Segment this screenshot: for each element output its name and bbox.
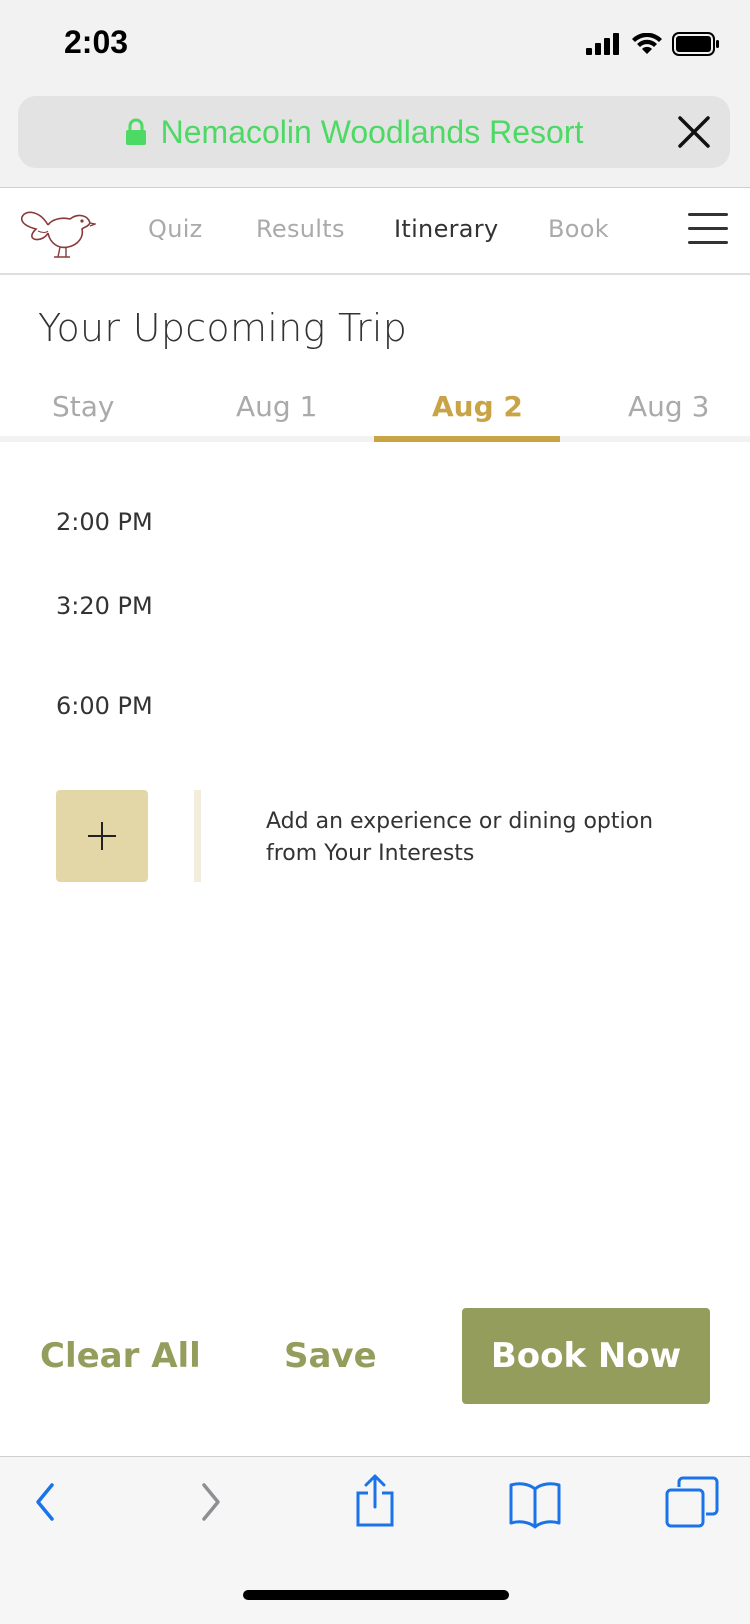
menu-line xyxy=(688,241,728,244)
tab-stay[interactable]: Stay xyxy=(52,390,114,423)
add-experience-button[interactable] xyxy=(56,790,148,882)
menu-line xyxy=(688,213,728,216)
lock-icon xyxy=(125,118,146,145)
tab-aug-3[interactable]: Aug 3 xyxy=(628,390,709,423)
save-button[interactable]: Save xyxy=(284,1336,377,1376)
menu-line xyxy=(688,227,728,230)
page-title: Your Upcoming Trip xyxy=(38,306,408,350)
status-time: 2:03 xyxy=(64,24,129,60)
time-slot: 3:20 PM xyxy=(56,592,153,620)
nav-quiz[interactable]: Quiz xyxy=(148,215,203,243)
signal-icon xyxy=(586,33,619,55)
bird-logo-icon[interactable] xyxy=(18,203,96,261)
status-icons xyxy=(586,32,720,56)
day-tabs: Stay Aug 1 Aug 2 Aug 3 xyxy=(0,378,750,442)
tab-aug-2[interactable]: Aug 2 xyxy=(432,390,523,423)
home-indicator[interactable] xyxy=(243,1590,509,1600)
site-header: Quiz Results Itinerary Book xyxy=(0,189,750,275)
active-tab-underline xyxy=(374,436,560,442)
clear-all-button[interactable]: Clear All xyxy=(40,1336,201,1376)
browser-url-area: Nemacolin Woodlands Resort xyxy=(0,88,750,188)
hamburger-menu-icon[interactable] xyxy=(688,213,728,247)
nav-book[interactable]: Book xyxy=(548,215,609,243)
url-title-row: Nemacolin Woodlands Resort xyxy=(18,96,730,168)
plus-icon xyxy=(88,822,116,850)
url-bar[interactable]: Nemacolin Woodlands Resort xyxy=(18,96,730,168)
close-icon[interactable] xyxy=(676,114,712,150)
bookmarks-icon[interactable] xyxy=(508,1479,562,1529)
nav-results[interactable]: Results xyxy=(256,215,345,243)
divider xyxy=(194,790,201,882)
add-experience-text: Add an experience or dining option from … xyxy=(266,809,654,866)
tabs-icon[interactable] xyxy=(664,1475,720,1529)
status-bar: 2:03 xyxy=(0,0,750,88)
time-slot: 6:00 PM xyxy=(56,692,153,720)
site-title: Nemacolin Woodlands Resort xyxy=(160,113,584,150)
forward-icon[interactable] xyxy=(196,1479,226,1525)
battery-icon xyxy=(672,32,719,56)
share-icon[interactable] xyxy=(352,1473,398,1529)
back-icon[interactable] xyxy=(30,1479,60,1525)
tab-aug-1[interactable]: Aug 1 xyxy=(236,390,317,423)
nav-itinerary[interactable]: Itinerary xyxy=(394,215,498,243)
screen: 2:03 Nemacolin Woodlands Resort Quiz Res… xyxy=(0,0,750,1624)
book-now-button[interactable]: Book Now xyxy=(462,1308,710,1404)
time-slot: 2:00 PM xyxy=(56,508,153,536)
wifi-icon xyxy=(632,33,662,54)
